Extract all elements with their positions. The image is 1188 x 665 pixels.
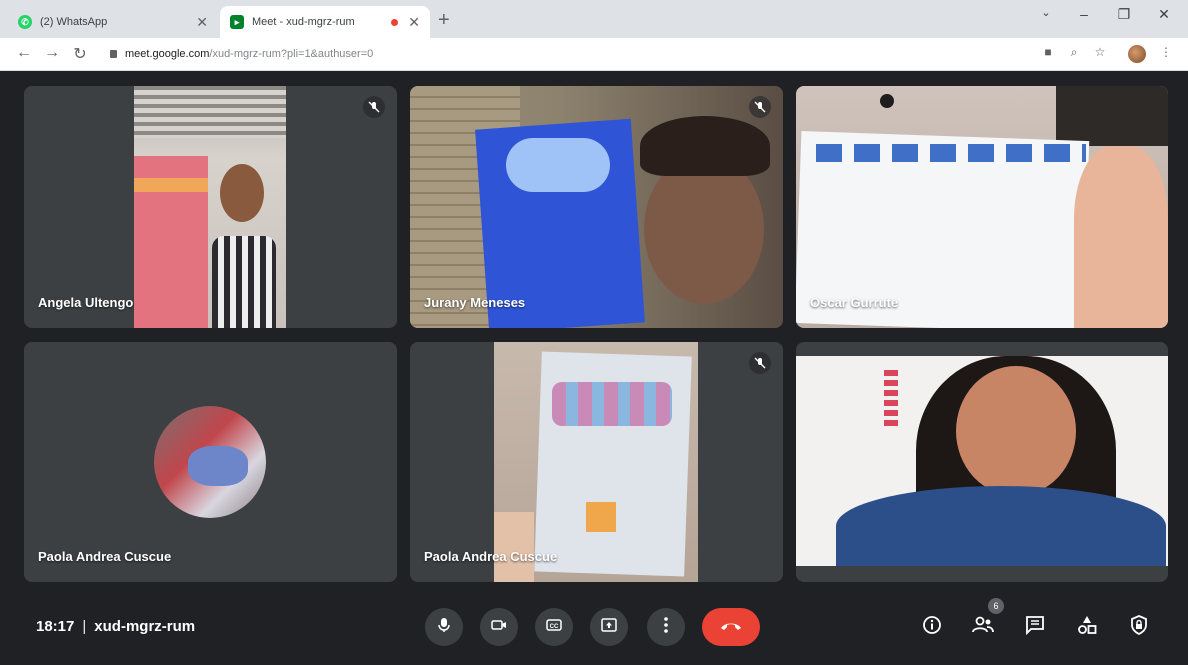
present-button[interactable]	[590, 608, 628, 646]
bookmark-star-icon[interactable]: ☆	[1092, 45, 1108, 59]
camera-icon	[491, 618, 507, 636]
tab-search-icon[interactable]: ⌄	[1034, 6, 1058, 19]
activities-button[interactable]	[1074, 614, 1100, 640]
participant-name: Paola Andrea Cuscue	[424, 549, 558, 564]
whatsapp-icon: ✆	[18, 15, 32, 29]
leave-call-button[interactable]	[702, 608, 760, 646]
participant-tile[interactable]: Paola Andrea Cuscue	[410, 342, 783, 582]
back-icon[interactable]: ←	[14, 44, 34, 62]
mic-button[interactable]	[425, 608, 463, 646]
present-icon	[601, 617, 617, 637]
url-field[interactable]: meet.google.com/xud-mgrz-rum?pli=1&authu…	[110, 44, 373, 64]
tab-title: Meet - xud-mgrz-rum	[252, 16, 355, 28]
url-host: meet.google.com	[125, 48, 210, 60]
participant-name: Angela Ultengo	[38, 295, 134, 310]
captions-button[interactable]: CC	[535, 608, 573, 646]
participant-tile[interactable]: Paola Andrea Cuscue	[24, 342, 397, 582]
mic-icon	[437, 617, 451, 638]
close-window-icon[interactable]: ✕	[1152, 6, 1176, 23]
close-tab-icon[interactable]: ✕	[196, 14, 208, 31]
minimize-icon[interactable]: –	[1072, 6, 1096, 22]
forward-icon[interactable]: →	[42, 44, 62, 62]
participant-name: Oscar Gurrute	[810, 295, 899, 310]
address-bar: ← → ↻ meet.google.com/xud-mgrz-rum?pli=1…	[0, 38, 1188, 71]
meeting-code: xud-mgrz-rum	[94, 618, 196, 635]
camera-button[interactable]	[480, 608, 518, 646]
lock-icon	[110, 50, 117, 59]
host-controls-button[interactable]	[1126, 614, 1152, 640]
mic-off-icon	[749, 352, 771, 374]
participant-video	[410, 86, 783, 328]
hangup-icon	[720, 618, 742, 636]
more-icon	[664, 616, 668, 638]
close-tab-icon[interactable]: ✕	[408, 14, 420, 31]
meeting-info-button[interactable]	[919, 614, 945, 640]
profile-avatar[interactable]	[1128, 45, 1146, 63]
activities-icon	[1077, 615, 1097, 640]
meet-icon: ▸	[230, 15, 244, 29]
host-controls-icon	[1130, 614, 1148, 640]
tab-whatsapp[interactable]: ✆ (2) WhatsApp ✕	[8, 6, 218, 38]
mic-off-icon	[749, 96, 771, 118]
participant-video	[494, 342, 698, 582]
participant-video	[796, 356, 1168, 566]
info-icon	[922, 615, 942, 640]
recording-indicator-icon	[391, 18, 399, 26]
chat-icon	[1025, 615, 1045, 640]
browser-menu-icon[interactable]: ⋮	[1158, 45, 1174, 59]
participant-tile[interactable]: Angela Ultengo	[24, 86, 397, 328]
participant-name: Paola Andrea Cuscue	[38, 549, 172, 564]
participant-tile[interactable]	[796, 342, 1168, 582]
new-tab-icon[interactable]: +	[438, 10, 450, 30]
avatar	[154, 406, 266, 518]
meeting-details: 18:17 | xud-mgrz-rum	[36, 618, 195, 635]
people-button[interactable]	[970, 614, 996, 640]
more-options-button[interactable]	[647, 608, 685, 646]
reload-icon[interactable]: ↻	[70, 44, 90, 64]
svg-text:CC: CC	[550, 624, 559, 630]
meeting-time: 18:17	[36, 618, 75, 635]
participant-video	[134, 86, 286, 328]
camera-in-use-icon[interactable]: ■	[1040, 45, 1056, 59]
chat-button[interactable]	[1022, 614, 1048, 640]
participant-tile[interactable]: Oscar Gurrute	[796, 86, 1168, 328]
participant-name: Jurany Meneses	[424, 295, 526, 310]
tab-title: (2) WhatsApp	[40, 16, 108, 28]
captions-icon: CC	[546, 618, 562, 636]
participant-video	[796, 86, 1168, 328]
meeting-separator: |	[82, 618, 87, 635]
tab-meet[interactable]: ▸ Meet - xud-mgrz-rum ✕	[220, 6, 430, 38]
people-count-badge: 6	[988, 598, 1004, 614]
zoom-icon[interactable]: ⌕	[1066, 45, 1082, 60]
participant-tile[interactable]: Jurany Meneses	[410, 86, 783, 328]
url-path: /xud-mgrz-rum?pli=1&authuser=0	[209, 48, 374, 60]
people-icon	[972, 616, 994, 639]
restore-icon[interactable]: ❐	[1112, 6, 1136, 23]
meeting-controls-bar: 18:17 | xud-mgrz-rum CC 6	[0, 590, 1188, 665]
mic-off-icon	[363, 96, 385, 118]
browser-tabstrip: ✆ (2) WhatsApp ✕ ▸ Meet - xud-mgrz-rum ✕…	[0, 0, 1188, 38]
